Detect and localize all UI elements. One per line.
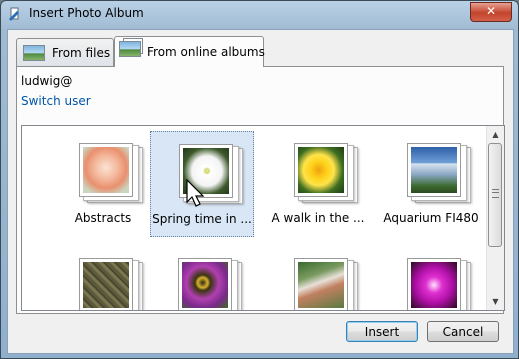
album-item[interactable] [379,246,483,310]
scroll-up-arrow-icon[interactable]: ▲ [487,126,504,143]
album-thumbnail [79,258,143,310]
title-bar[interactable]: Insert Photo Album ✕ [1,1,518,27]
scroll-down-arrow-icon[interactable]: ▼ [487,293,504,310]
account-username: ludwig@ [21,74,73,88]
photo-icon [23,45,45,61]
tab-label: From files [52,46,111,60]
album-item[interactable]: Aquarium FI480 [379,131,483,237]
window-title: Insert Photo Album [29,6,144,20]
close-icon: ✕ [485,4,497,18]
album-grid[interactable]: Abstracts Spring time in ... A walk in t… [21,125,505,311]
album-label: Spring time in ... [152,212,252,226]
dialog-body: From files From online albums ludwig@ Sw… [7,29,514,354]
cancel-button[interactable]: Cancel [427,321,499,342]
tab-label: From online albums [147,45,265,59]
album-item[interactable]: Abstracts [51,131,155,237]
album-thumbnail [79,143,143,203]
album-thumbnail [294,143,358,203]
scrollbar-thumb[interactable] [488,143,502,247]
grip-icon [492,189,499,198]
album-thumbnail [407,258,471,310]
insert-button[interactable]: Insert [346,321,418,342]
album-item[interactable] [150,246,254,310]
app-icon [9,7,19,21]
insert-photo-album-dialog: Insert Photo Album ✕ From files From onl… [0,0,519,359]
online-albums-panel: ludwig@ Switch user Abstracts Spring tim… [16,66,505,314]
vertical-scrollbar[interactable]: ▲ ▼ [486,126,504,310]
switch-user-link[interactable]: Switch user [21,94,91,108]
album-item[interactable]: A walk in the ... [266,131,370,237]
album-label: Aquarium FI480 [383,211,479,225]
tab-from-files[interactable]: From files [16,38,114,66]
album-label: A walk in the ... [271,211,365,225]
album-label: Abstracts [74,211,132,225]
photo-stack-icon [119,38,143,57]
mouse-pointer-icon [186,179,205,207]
album-item[interactable] [51,246,155,310]
close-button[interactable]: ✕ [470,2,512,22]
album-item[interactable] [266,246,370,310]
tab-from-online-albums[interactable]: From online albums [114,36,265,67]
album-thumbnail [407,143,471,203]
album-thumbnail [294,258,358,310]
album-thumbnail [178,258,242,310]
